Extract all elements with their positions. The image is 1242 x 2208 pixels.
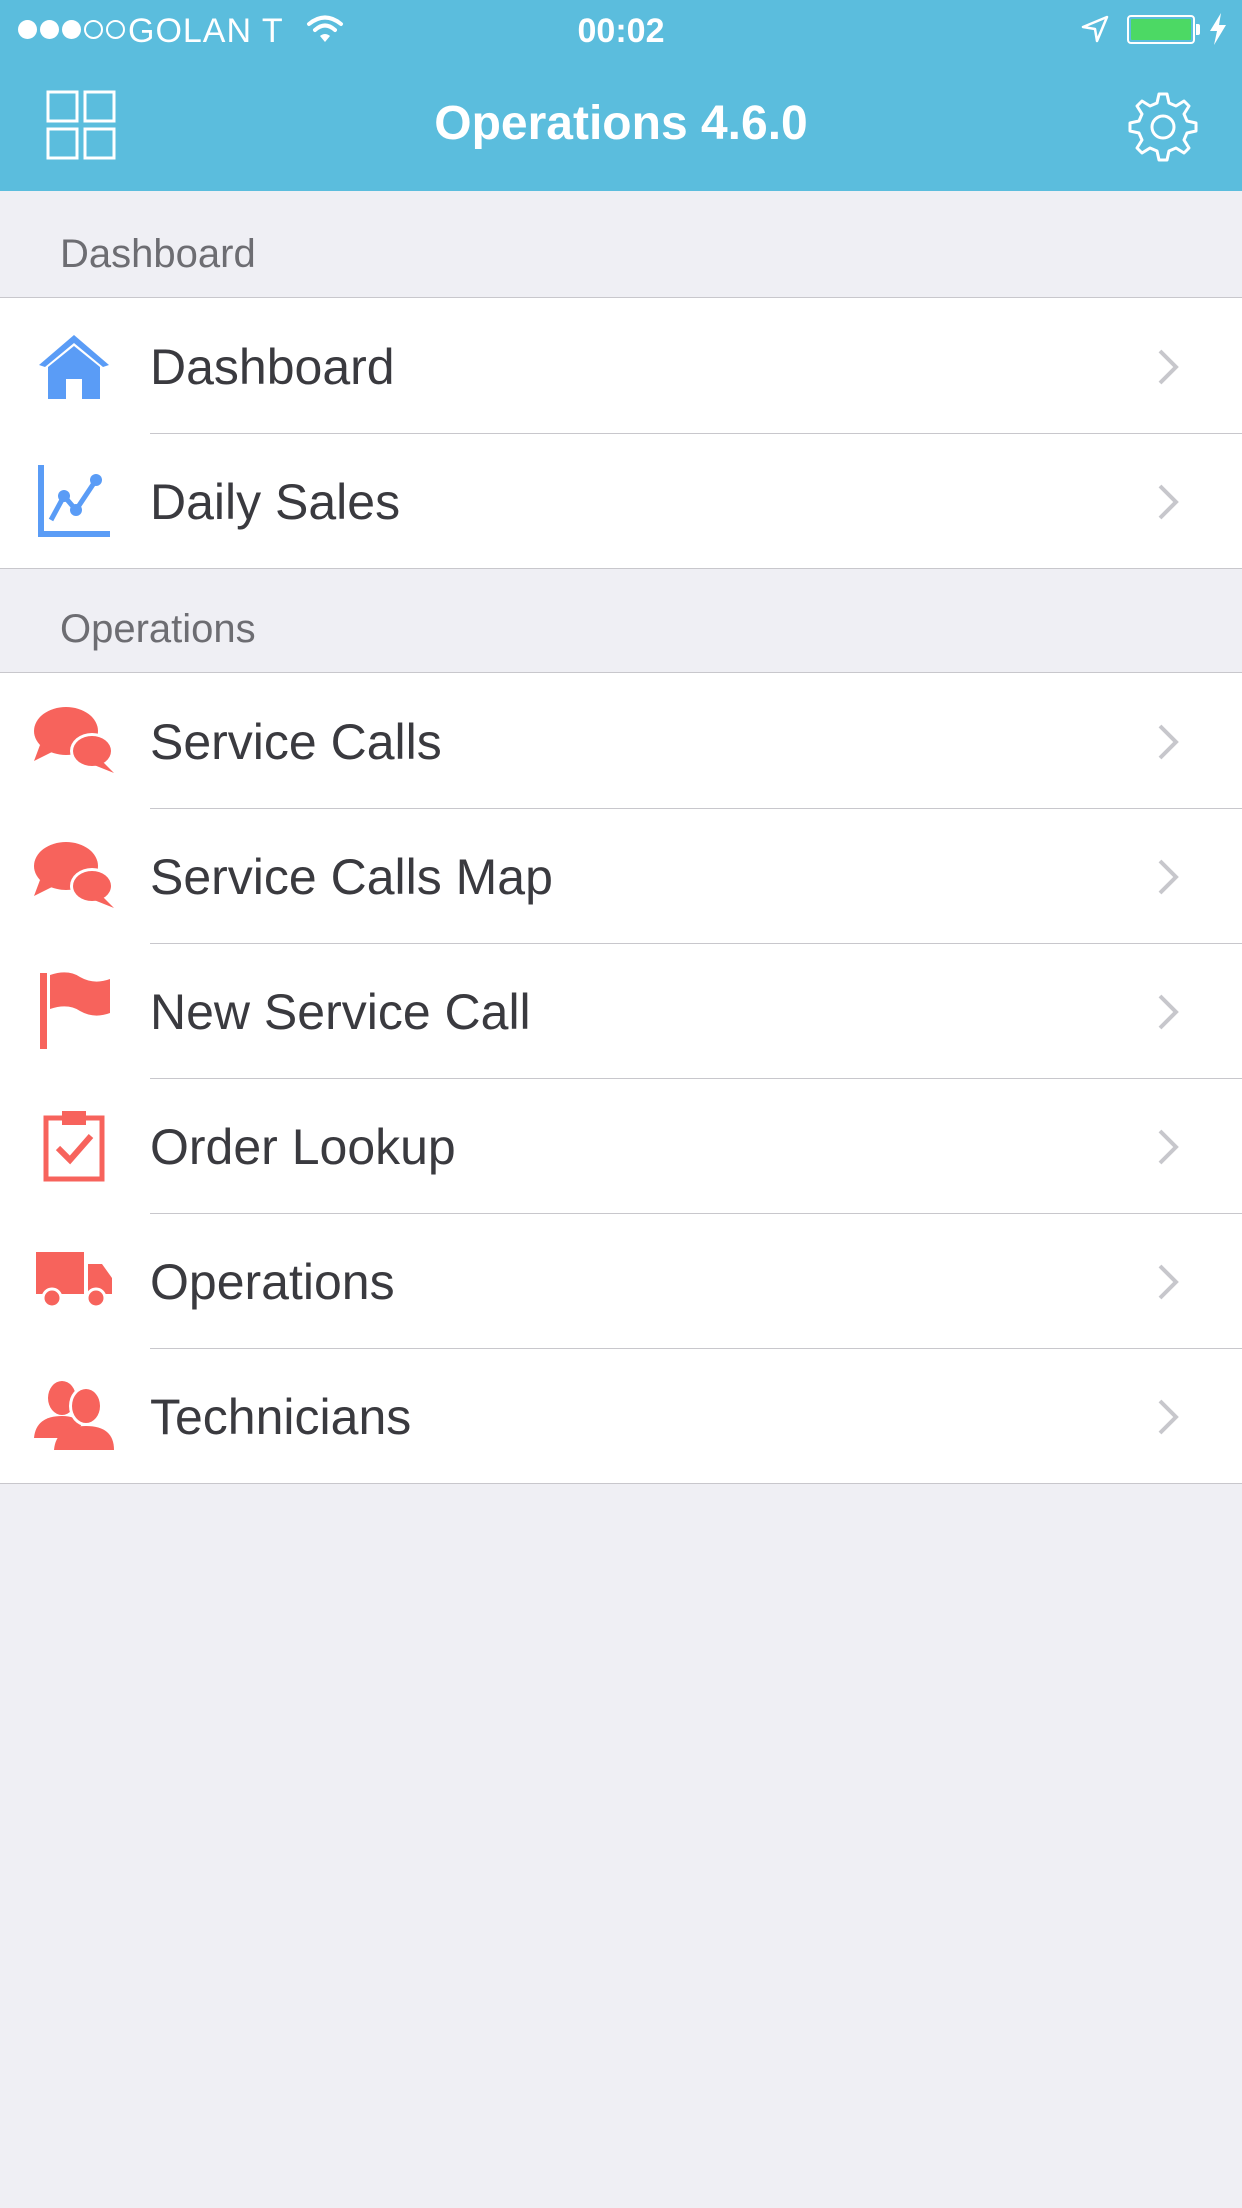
charging-bolt-icon (1208, 12, 1228, 55)
chevron-right-icon (1156, 1263, 1180, 1306)
page-title: Operations 4.6.0 (434, 97, 808, 150)
list-item-technicians[interactable]: Technicians (0, 1348, 1242, 1483)
header: GOLAN T 00:02 Operations 4.6.0 (0, 0, 1242, 191)
list-item-service-calls-map[interactable]: Service Calls Map (0, 808, 1242, 943)
home-icon (32, 325, 116, 405)
list-item-label: Dashboard (150, 339, 395, 395)
list-item-new-service-call[interactable]: New Service Call (0, 943, 1242, 1078)
chevron-right-icon (1156, 1398, 1180, 1441)
truck-icon (32, 1240, 116, 1320)
status-bar: GOLAN T 00:02 (0, 0, 1242, 60)
list-item-label: Daily Sales (150, 474, 401, 530)
list-item-daily-sales[interactable]: Daily Sales (0, 433, 1242, 568)
list-item-label: Technicians (150, 1389, 412, 1445)
list-item-label: Service Calls (150, 714, 442, 770)
list-item-label: Order Lookup (150, 1119, 456, 1175)
list-item-dashboard[interactable]: Dashboard (0, 298, 1242, 433)
section-header-operations: Operations (60, 607, 256, 651)
chat-bubbles-icon (32, 700, 116, 780)
clipboard-check-icon (32, 1105, 116, 1185)
gear-icon[interactable] (1126, 90, 1200, 169)
chevron-right-icon (1156, 483, 1180, 526)
list-item-label: Operations (150, 1254, 395, 1310)
chevron-right-icon (1156, 858, 1180, 901)
battery-icon (1127, 15, 1195, 44)
dashboard-group: Dashboard Daily Sales (0, 297, 1242, 569)
list-item-operations[interactable]: Operations (0, 1213, 1242, 1348)
chevron-right-icon (1156, 1128, 1180, 1171)
status-time: 00:02 (577, 12, 665, 50)
chat-bubbles-icon (32, 835, 116, 915)
list-item-order-lookup[interactable]: Order Lookup (0, 1078, 1242, 1213)
chevron-right-icon (1156, 993, 1180, 1036)
location-arrow-icon (1080, 14, 1110, 53)
list-item-label: Service Calls Map (150, 849, 553, 905)
operations-group: Service Calls Service Calls Map New Serv… (0, 672, 1242, 1484)
chevron-right-icon (1156, 348, 1180, 391)
users-icon (32, 1375, 116, 1455)
section-header-dashboard: Dashboard (60, 232, 256, 276)
list-item-service-calls[interactable]: Service Calls (0, 673, 1242, 808)
flag-icon (32, 970, 116, 1050)
chevron-right-icon (1156, 723, 1180, 766)
list-item-label: New Service Call (150, 984, 531, 1040)
line-chart-icon (32, 460, 116, 540)
